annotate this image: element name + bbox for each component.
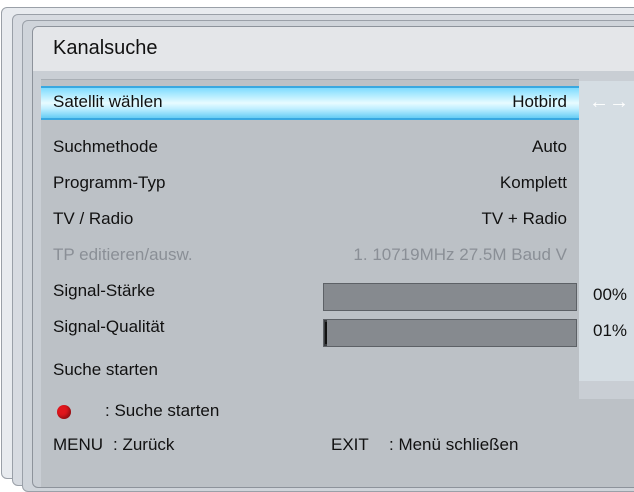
row-label: TP editieren/ausw. [53, 245, 193, 264]
row-search-method[interactable]: Suchmethode Auto [41, 133, 579, 163]
row-label: TV / Radio [53, 209, 134, 228]
row-value: Hotbird [512, 92, 567, 111]
exit-key-label: EXIT [331, 435, 369, 454]
start-search-label: Suche starten [53, 360, 158, 379]
signal-strength-label: Signal-Stärke [53, 281, 156, 300]
row-tp-edit: TP editieren/ausw. 1. 10719MHz 27.5M Bau… [41, 241, 579, 271]
menu-hint: : Zurück [113, 435, 175, 454]
row-label: Suchmethode [53, 137, 158, 156]
row-value: Komplett [499, 173, 567, 192]
row-tv-radio[interactable]: TV / Radio TV + Radio [41, 205, 579, 235]
exit-hint: : Menü schließen [389, 435, 519, 454]
row-start-search[interactable]: Suche starten [41, 356, 579, 386]
row-value: TV + Radio [481, 209, 567, 228]
signal-strength-percent: 00% [593, 285, 628, 304]
signal-quality-percent: 01% [593, 321, 628, 340]
row-value: Auto [532, 137, 567, 156]
signal-quality-label: Signal-Qualität [53, 317, 165, 336]
signal-strength-bar [323, 283, 577, 311]
menu-key-label: MENU [53, 435, 104, 454]
settings-list: Satellit wählen Hotbird Suchmethode Auto… [41, 79, 579, 416]
title-bar: Kanalsuche [33, 27, 634, 71]
left-right-arrows-icon: ←→ [589, 91, 629, 113]
signal-quality-bar [323, 319, 577, 347]
signal-quality-marker [325, 322, 327, 344]
red-button-icon [57, 405, 71, 419]
dialog-title: Kanalsuche [53, 37, 158, 59]
row-label: Satellit wählen [53, 92, 163, 111]
channel-search-dialog: Kanalsuche Satellit wählen Hotbird Suchm… [32, 26, 634, 488]
row-value: 1. 10719MHz 27.5M Baud V [353, 245, 567, 264]
row-satellite[interactable]: Satellit wählen Hotbird [41, 86, 579, 120]
row-program-type[interactable]: Programm-Typ Komplett [41, 169, 579, 199]
row-label: Programm-Typ [53, 173, 166, 192]
red-button-hint: : Suche starten [105, 401, 220, 420]
